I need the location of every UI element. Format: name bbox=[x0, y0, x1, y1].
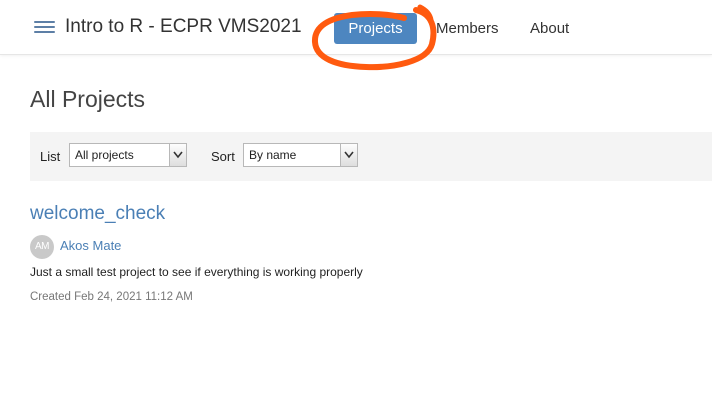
filter-bar: List All projects Sort By name bbox=[30, 132, 712, 181]
project-title-link[interactable]: welcome_check bbox=[30, 203, 165, 225]
nav-projects-button[interactable]: Projects bbox=[334, 13, 417, 44]
nav-members-link[interactable]: Members bbox=[436, 20, 499, 37]
list-select[interactable]: All projects bbox=[69, 143, 187, 167]
page-title: All Projects bbox=[30, 86, 146, 112]
sort-select[interactable]: By name bbox=[243, 143, 358, 167]
top-navbar: Intro to R - ECPR VMS2021 Projects Membe… bbox=[0, 0, 712, 55]
avatar: AM bbox=[30, 235, 54, 259]
list-filter-label: List bbox=[40, 149, 61, 164]
project-created-date: Created Feb 24, 2021 11:12 AM bbox=[30, 291, 193, 303]
chevron-down-icon[interactable] bbox=[169, 144, 186, 166]
sort-select-value: By name bbox=[249, 148, 297, 162]
app-title: Intro to R - ECPR VMS2021 bbox=[65, 16, 302, 37]
project-description: Just a small test project to see if ever… bbox=[30, 265, 363, 279]
project-owner-link[interactable]: Akos Mate bbox=[60, 238, 121, 253]
chevron-down-icon[interactable] bbox=[340, 144, 357, 166]
list-select-value: All projects bbox=[75, 148, 134, 162]
nav-about-link[interactable]: About bbox=[530, 20, 569, 37]
hamburger-icon[interactable] bbox=[34, 21, 55, 35]
sort-filter-label: Sort bbox=[211, 149, 235, 164]
